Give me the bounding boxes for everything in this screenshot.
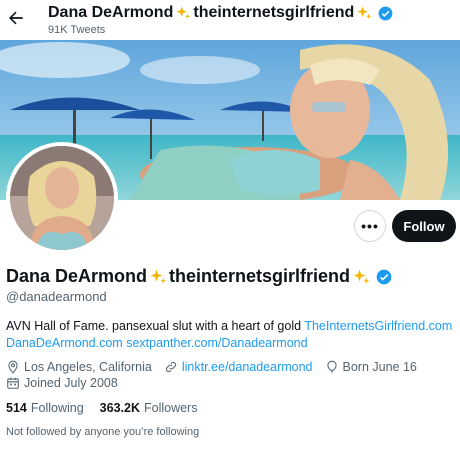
bio-text: AVN Hall of Fame. pansexual slut with a …	[6, 319, 302, 333]
profile-meta-row: Los Angeles, California linktr.ee/danade…	[6, 360, 429, 374]
sparkles-icon	[176, 6, 191, 19]
link-icon	[165, 361, 176, 373]
profile-name-text: Dana DeArmond	[6, 266, 148, 286]
profile-avatar[interactable]	[6, 142, 118, 254]
following-stat[interactable]: 514 Following	[6, 401, 84, 415]
balloon-icon	[326, 360, 337, 373]
sparkles-icon	[150, 269, 167, 284]
calendar-icon	[7, 377, 19, 389]
profile-bio: AVN Hall of Fame. pansexual slut with a …	[6, 318, 458, 352]
header-name-suffix: theinternetsgirlfriend	[193, 4, 355, 21]
profile-handle: @danadearmond	[6, 289, 107, 304]
followers-count: 363.2K	[99, 401, 140, 415]
website-link[interactable]: linktr.ee/danadearmond	[182, 360, 313, 374]
verified-badge-icon[interactable]	[376, 269, 392, 285]
profile-joined-row: Joined July 2008	[6, 376, 130, 390]
profile-header-bar: Dana DeArmond theinternetsgirlfriend 91K…	[0, 0, 460, 40]
joined-text: Joined July 2008	[24, 376, 118, 390]
sparkles-icon	[357, 6, 372, 19]
bio-link-danadearmond[interactable]: DanaDeArmond.com	[6, 336, 123, 350]
back-arrow-icon[interactable]	[6, 8, 26, 28]
location-item: Los Angeles, California	[6, 360, 152, 374]
location-text: Los Angeles, California	[24, 360, 152, 374]
follow-button[interactable]: Follow	[392, 210, 456, 242]
joined-item: Joined July 2008	[6, 376, 118, 390]
followers-stat[interactable]: 363.2K Followers	[100, 401, 198, 415]
bio-link-internetsgirlfriend[interactable]: TheInternetsGirlfriend.com	[304, 319, 452, 333]
follow-stats: 514 Following 363.2K Followers	[6, 401, 213, 415]
birthday-item: Born June 16	[325, 360, 417, 374]
profile-name-suffix: theinternetsgirlfriend	[169, 266, 351, 286]
header-display-name: Dana DeArmond theinternetsgirlfriend	[48, 4, 393, 22]
sparkles-icon	[353, 269, 370, 284]
more-options-button[interactable]: •••	[354, 210, 386, 242]
following-label: Following	[30, 401, 84, 415]
followers-label: Followers	[143, 401, 198, 415]
profile-display-name: Dana DeArmond theinternetsgirlfriend	[6, 266, 392, 287]
website-item[interactable]: linktr.ee/danadearmond	[164, 360, 313, 374]
tweet-count: 91K Tweets	[48, 24, 106, 36]
verified-badge-icon	[378, 6, 393, 20]
following-count: 514	[6, 401, 27, 415]
not-followed-notice: Not followed by anyone you’re following	[6, 426, 200, 438]
location-pin-icon	[8, 360, 18, 374]
header-name-text: Dana DeArmond	[48, 4, 174, 21]
birthday-text: Born June 16	[342, 360, 417, 374]
avatar-photo	[10, 146, 114, 250]
bio-link-sextpanther[interactable]: sextpanther.com/Danadearmond	[126, 336, 307, 350]
